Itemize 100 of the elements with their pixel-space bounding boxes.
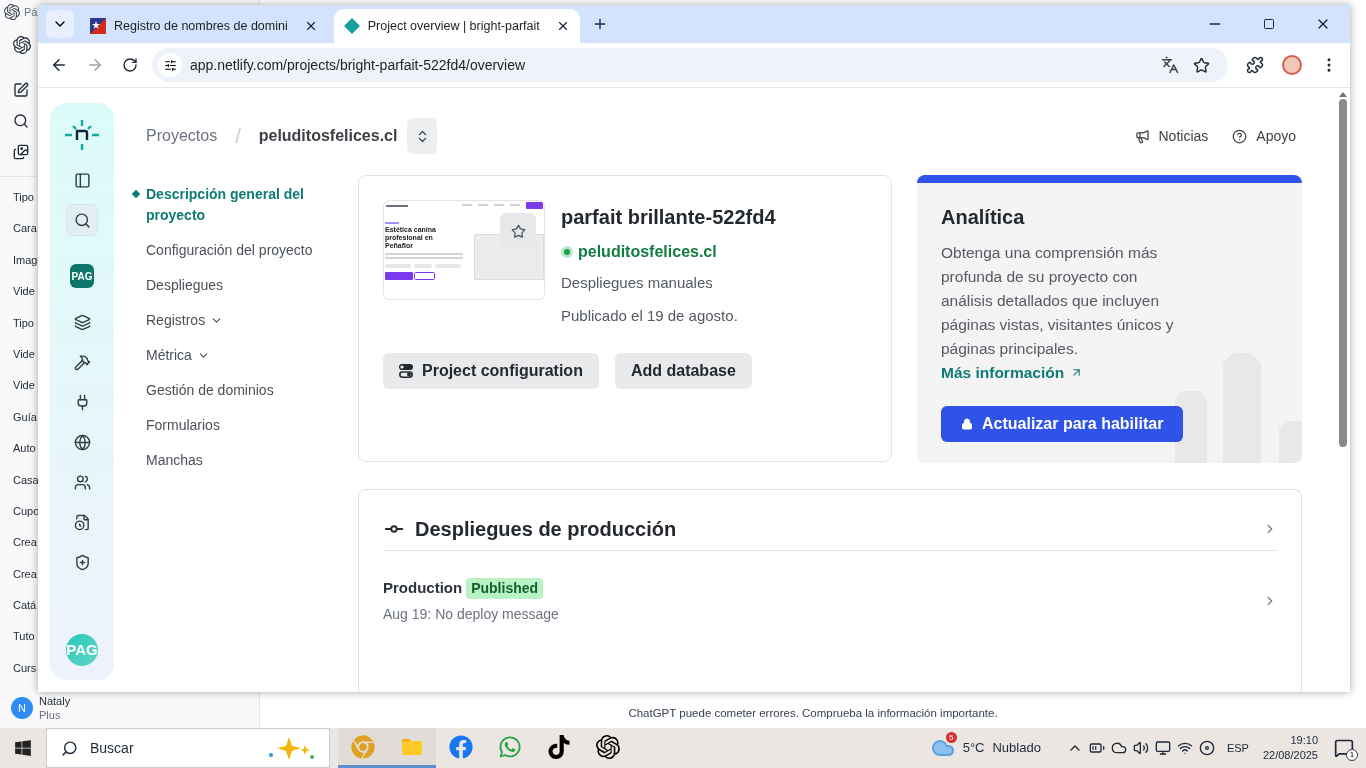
nav-item[interactable]: Gestión de dominios [146, 380, 358, 401]
deploy-row[interactable]: Production Published Aug 19: No deploy message [383, 551, 1277, 625]
favorite-button[interactable] [500, 213, 536, 249]
project-name: parfait brillante-522fd4 [561, 205, 776, 230]
chat-item[interactable]: Vide [13, 276, 35, 308]
openai-logo-icon [4, 4, 20, 20]
chrome-icon [350, 734, 375, 759]
domain-link[interactable]: peluditosfelices.cl [561, 240, 776, 264]
deploy-message: Aug 19: No deploy message [383, 604, 559, 624]
preview-buttons-drawing [385, 272, 435, 280]
chat-item[interactable]: Guía [13, 401, 37, 434]
maximize-icon[interactable] [1263, 18, 1275, 30]
analytics-title: Analítica [941, 205, 1026, 230]
speaker-icon[interactable] [1132, 740, 1149, 756]
breadcrumb-current: peluditosfelices.cl [258, 126, 398, 146]
chat-item[interactable]: Crea [13, 527, 37, 559]
tab-list-button[interactable] [46, 10, 74, 38]
nav-item[interactable]: Métrica [146, 345, 358, 366]
cloud-icon[interactable] [1110, 740, 1127, 756]
back-icon[interactable] [50, 56, 68, 74]
temperature-text: 5°C [962, 739, 985, 758]
page-title: Pá [24, 4, 38, 20]
taskbar-search-field[interactable]: Buscar [46, 728, 330, 768]
help-icon [1232, 128, 1248, 144]
chat-item[interactable]: Curs [13, 652, 37, 685]
chat-item[interactable]: Crea [13, 558, 37, 591]
chat-item[interactable]: Imag [13, 244, 38, 277]
images-icon[interactable] [13, 144, 29, 160]
chat-item[interactable]: Casa [13, 464, 39, 496]
globe-icon [73, 433, 91, 451]
weather-text: Nublado [992, 739, 1041, 758]
nav-item[interactable]: Descripción general del proyecto [146, 184, 358, 226]
deploy-mode-text: Despliegues manuales [561, 273, 714, 293]
diamond-favicon-icon [343, 18, 360, 34]
language-indicator[interactable]: ESP [1226, 739, 1249, 757]
layers-icon [73, 313, 91, 331]
more-info-link[interactable]: Más información [941, 361, 1278, 385]
team-badge[interactable]: PAG [70, 264, 94, 288]
nav-item[interactable]: Despliegues [146, 275, 358, 296]
breadcrumb-link[interactable]: Proyectos [146, 124, 218, 148]
status-badge: Published [466, 577, 544, 599]
disc-icon[interactable] [1198, 740, 1215, 756]
scroll-up-arrow-icon[interactable] [1339, 92, 1347, 97]
project-switcher-button[interactable] [407, 118, 438, 154]
browser-tab[interactable]: Registro de nombres de domini [80, 9, 328, 43]
search-placeholder: Buscar [90, 738, 134, 758]
facebook-icon [448, 734, 473, 759]
deploy-label: Production [383, 578, 463, 598]
netlify-logo-icon[interactable] [65, 120, 99, 150]
search-icon [61, 739, 78, 757]
wifi-icon[interactable] [1176, 740, 1193, 756]
upgrade-button[interactable]: Actualizar para habilitar [941, 406, 1184, 443]
chat-item[interactable]: Auto [13, 433, 36, 465]
bookmark-star-icon[interactable] [1193, 56, 1210, 74]
nav-item[interactable]: Formularios [146, 415, 358, 436]
chat-item[interactable]: Vide [13, 338, 35, 371]
help-link[interactable]: Apoyo [1232, 125, 1296, 147]
extensions-icon[interactable] [1246, 56, 1264, 74]
news-link[interactable]: Noticias [1134, 125, 1209, 147]
search-button[interactable] [66, 204, 98, 236]
forward-icon[interactable] [86, 56, 104, 74]
users-icon [73, 473, 91, 491]
openai-logo-icon[interactable] [13, 36, 31, 54]
weather-badge: 5 [945, 732, 957, 743]
chat-item[interactable]: Tuto [13, 621, 35, 653]
search-icon [73, 211, 91, 229]
reload-icon[interactable] [122, 57, 138, 73]
flag-favicon-icon [90, 18, 106, 34]
browser-tab[interactable]: Project overview | bright-parfait [333, 9, 580, 43]
clock-date[interactable]: 22/08/2025 [1262, 748, 1318, 763]
add-database-button[interactable]: Add database [614, 353, 752, 389]
openai-icon [595, 734, 620, 759]
new-chat-icon[interactable] [13, 82, 29, 98]
user-name: Nataly [39, 694, 71, 708]
star-icon [510, 223, 526, 239]
nav-item[interactable]: Configuración del proyecto [146, 240, 358, 261]
site-info-icon[interactable] [163, 58, 177, 72]
search-icon[interactable] [13, 113, 29, 129]
section-title: Despliegues de producción [415, 517, 677, 542]
lock-icon [961, 418, 973, 431]
project-configuration-button[interactable]: Project configuration [383, 353, 599, 389]
translate-icon[interactable] [1161, 56, 1179, 74]
chat-item[interactable]: Tipo [13, 182, 34, 214]
monitor-icon[interactable] [1154, 740, 1171, 756]
clock-time[interactable]: 19:10 [1290, 733, 1318, 748]
battery-icon[interactable] [1088, 740, 1105, 756]
breadcrumb-separator: / [235, 124, 241, 149]
chat-item[interactable]: Vide [13, 370, 35, 402]
tiktok-icon [546, 734, 571, 759]
nav-item[interactable]: Registros [146, 310, 358, 331]
address-bar[interactable]: app.netlify.com/projects/bright-parfait-522fd4/overview [152, 48, 1228, 82]
whatsapp-icon [497, 734, 522, 759]
nav-item[interactable]: Manchas [146, 450, 358, 471]
analytics-description: Obtenga una comprensión más profunda de su proyecto con análisis detallados que incluyen páginas vistas, visitantes únicos y páginas principales. [941, 243, 1175, 359]
chat-item[interactable]: Cara [13, 213, 37, 245]
chat-item[interactable]: Catá [13, 590, 37, 622]
published-date-text: Publicado el 19 de agosto. [561, 305, 739, 326]
megaphone-icon [1134, 128, 1150, 144]
profile-avatar[interactable] [1282, 55, 1302, 75]
chat-item[interactable]: Tipo [13, 307, 34, 339]
